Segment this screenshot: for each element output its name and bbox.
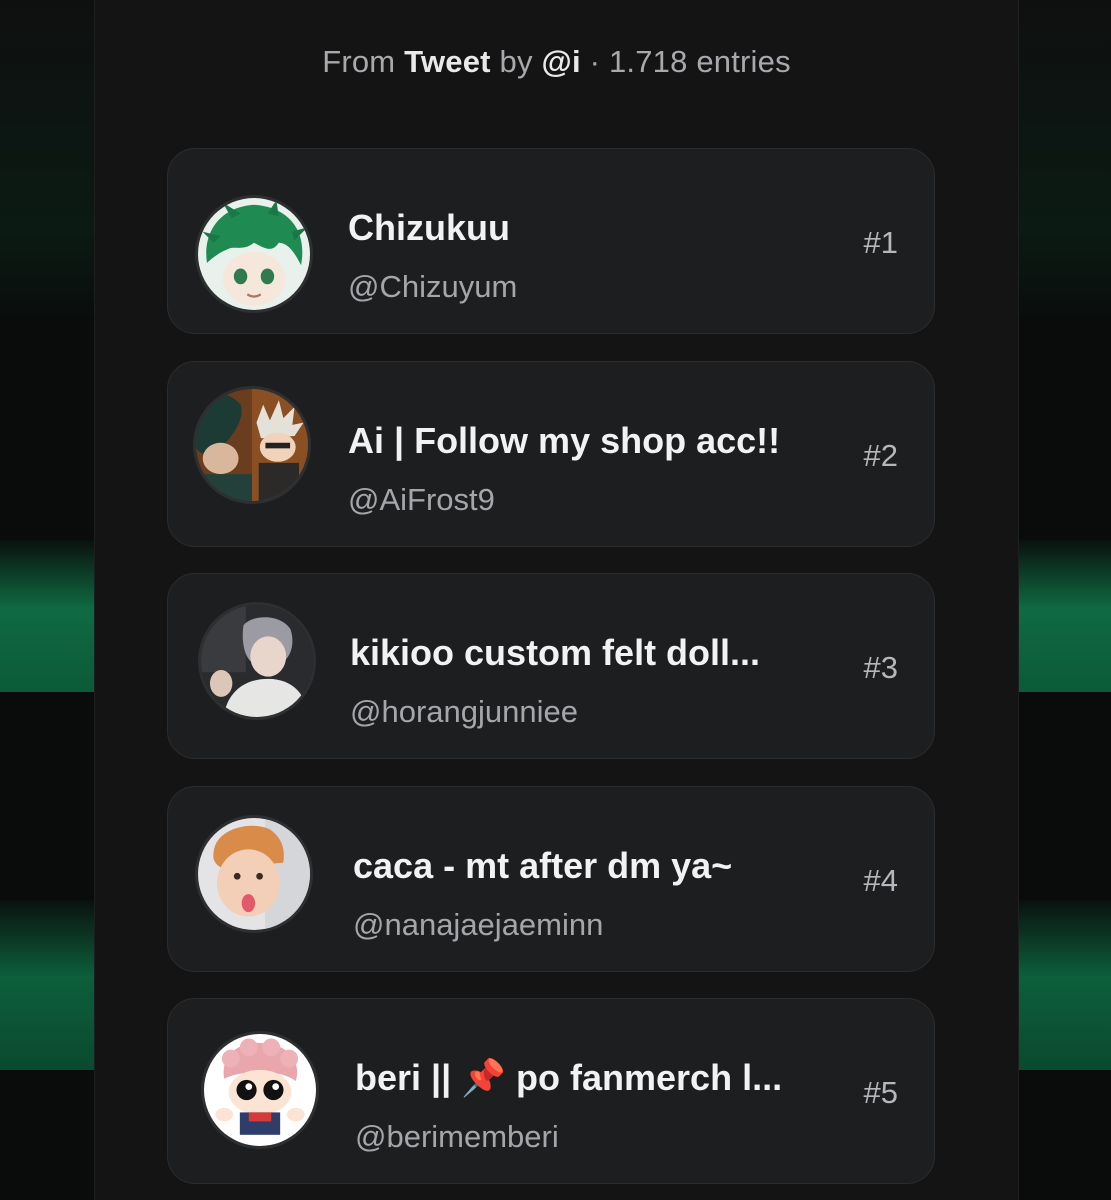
entry-rank: #5 bbox=[863, 1075, 898, 1110]
entry-display-name: Chizukuu bbox=[348, 207, 510, 248]
entry-card[interactable]: Chizukuu @Chizuyum #1 bbox=[167, 148, 935, 334]
entry-rank: #2 bbox=[863, 438, 898, 473]
entry-display-name: caca - mt after dm ya~ bbox=[353, 845, 733, 886]
entry-display-name: beri || 📌 po fanmerch l... bbox=[355, 1057, 782, 1099]
entries-count: · 1.718 entries bbox=[589, 44, 791, 79]
entry-handle[interactable]: @berimemberi bbox=[355, 1119, 559, 1155]
left-backdrop bbox=[0, 0, 94, 1200]
left-green-glow bbox=[0, 540, 94, 692]
source-link[interactable]: Tweet bbox=[404, 44, 491, 79]
entry-card[interactable]: caca - mt after dm ya~ @nanajaejaeminn #… bbox=[167, 786, 935, 972]
source-summary: From Tweet by @i · 1.718 entries bbox=[95, 44, 1018, 80]
entry-handle[interactable]: @horangjunniee bbox=[350, 694, 578, 730]
anime-green-hair-avatar-icon[interactable] bbox=[195, 195, 313, 313]
entry-card[interactable]: kikioo custom felt doll... @horangjunnie… bbox=[167, 573, 935, 759]
chibi-pink-hair-avatar-icon[interactable] bbox=[201, 1031, 319, 1149]
from-label: From bbox=[322, 44, 396, 79]
author-link[interactable]: @i bbox=[542, 44, 581, 79]
person-photo-avatar-icon[interactable] bbox=[198, 602, 316, 720]
entry-card[interactable]: beri || 📌 po fanmerch l... @berimemberi … bbox=[167, 998, 935, 1184]
entry-handle[interactable]: @Chizuyum bbox=[348, 269, 517, 305]
by-label: by bbox=[499, 44, 533, 79]
pushpin-icon: 📌 bbox=[461, 1057, 507, 1098]
entry-name-prefix: beri || bbox=[355, 1057, 452, 1098]
left-backdrop-shade bbox=[0, 0, 94, 330]
right-green-glow-lower bbox=[1017, 900, 1111, 1070]
right-backdrop-shade bbox=[1017, 0, 1111, 330]
entry-rank: #4 bbox=[863, 863, 898, 898]
entry-rank: #1 bbox=[863, 225, 898, 260]
anime-duo-avatar-icon[interactable] bbox=[193, 386, 311, 504]
right-green-glow bbox=[1017, 540, 1111, 692]
person-selfie-avatar-icon[interactable] bbox=[195, 815, 313, 933]
entry-rank: #3 bbox=[863, 650, 898, 685]
entry-display-name: Ai | Follow my shop acc!! bbox=[348, 420, 781, 461]
entry-card[interactable]: Ai | Follow my shop acc!! @AiFrost9 #2 bbox=[167, 361, 935, 547]
entry-handle[interactable]: @AiFrost9 bbox=[348, 482, 495, 518]
entry-name-suffix: po fanmerch l... bbox=[516, 1057, 783, 1098]
entry-handle[interactable]: @nanajaejaeminn bbox=[353, 907, 603, 943]
screen: From Tweet by @i · 1.718 entries Chizuku… bbox=[0, 0, 1111, 1200]
entries-panel: From Tweet by @i · 1.718 entries Chizuku… bbox=[94, 0, 1019, 1200]
right-backdrop bbox=[1017, 0, 1111, 1200]
left-green-glow-lower bbox=[0, 900, 94, 1070]
entry-display-name: kikioo custom felt doll... bbox=[350, 632, 761, 673]
